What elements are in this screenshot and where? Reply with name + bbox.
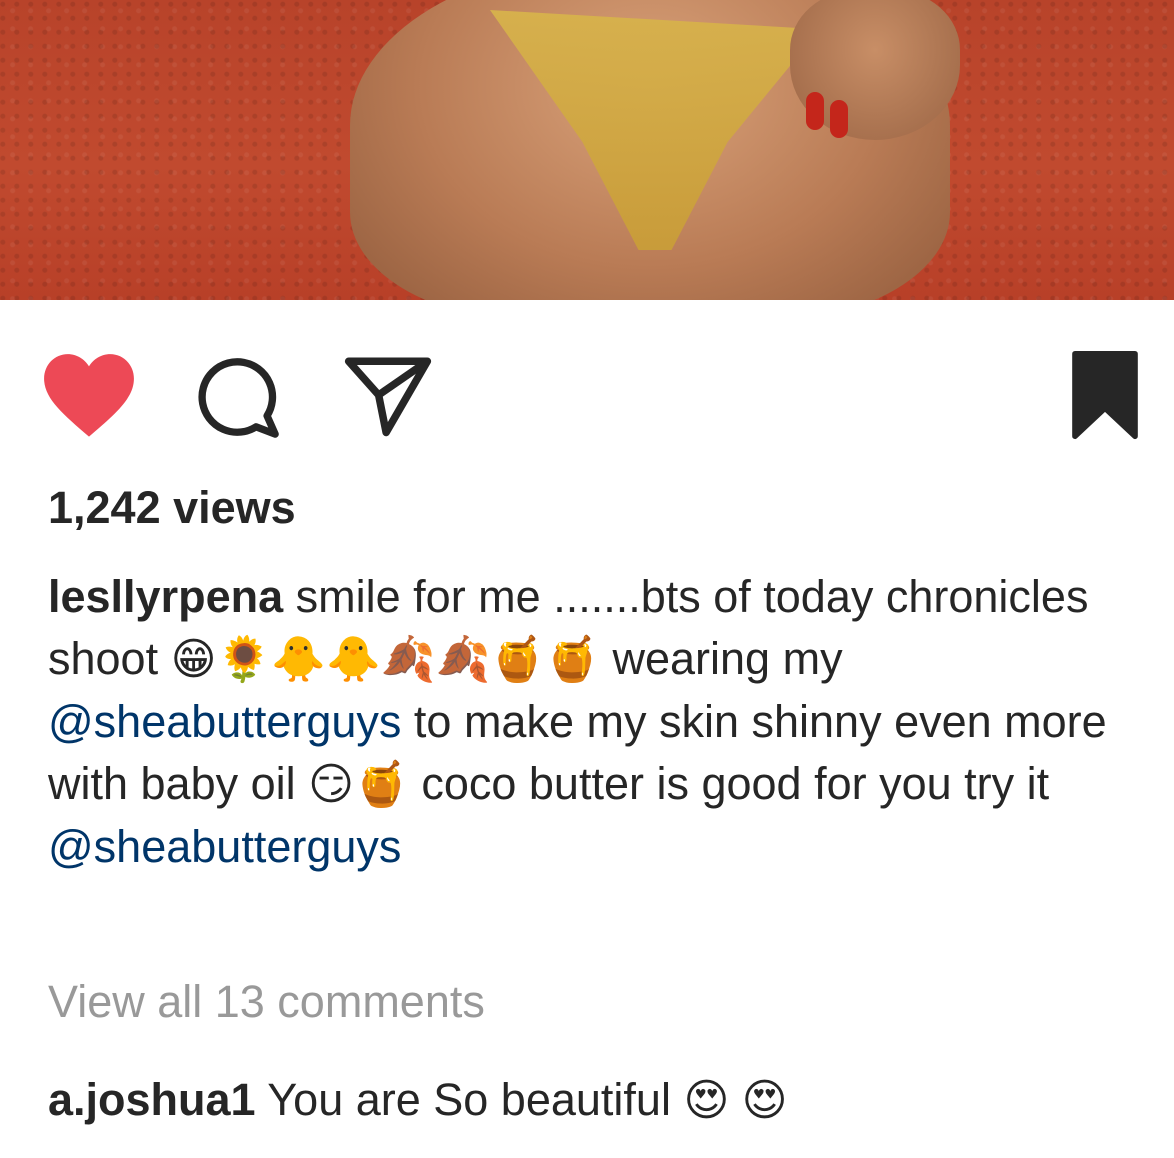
share-icon[interactable] xyxy=(342,350,434,440)
caption-emojis: 😁🌻🐥🐥🍂🍂🍯🍯 xyxy=(170,635,600,684)
view-count: 1,242 views xyxy=(48,482,296,533)
media-nail xyxy=(830,100,848,138)
comment-icon[interactable] xyxy=(192,352,282,440)
comment-item: a.joshua1 You are So beautiful 😍 😍 xyxy=(48,1074,787,1126)
caption-emojis: 😏🍯 xyxy=(308,760,409,809)
caption-mention[interactable]: @sheabutterguys xyxy=(48,821,401,872)
post-actions-bar xyxy=(0,330,1174,460)
view-all-comments-link[interactable]: View all 13 comments xyxy=(48,976,485,1028)
media-nail xyxy=(806,92,824,130)
caption-text: coco butter is good for you try it xyxy=(421,758,1050,809)
bookmark-icon[interactable] xyxy=(1070,350,1140,440)
post-media[interactable] xyxy=(0,0,1174,300)
caption-mention[interactable]: @sheabutterguys xyxy=(48,696,401,747)
comment-text: You are So beautiful xyxy=(267,1074,671,1125)
post-caption: lesllyrpena smile for me .......bts of t… xyxy=(48,566,1138,878)
comment-emojis: 😍 😍 xyxy=(683,1076,788,1125)
instagram-post-screen: 1,242 views lesllyrpena smile for me ...… xyxy=(0,0,1174,1158)
caption-text: wearing my xyxy=(612,633,843,684)
caption-username[interactable]: lesllyrpena xyxy=(48,571,283,622)
heart-icon[interactable] xyxy=(40,350,138,440)
comment-username[interactable]: a.joshua1 xyxy=(48,1074,256,1125)
